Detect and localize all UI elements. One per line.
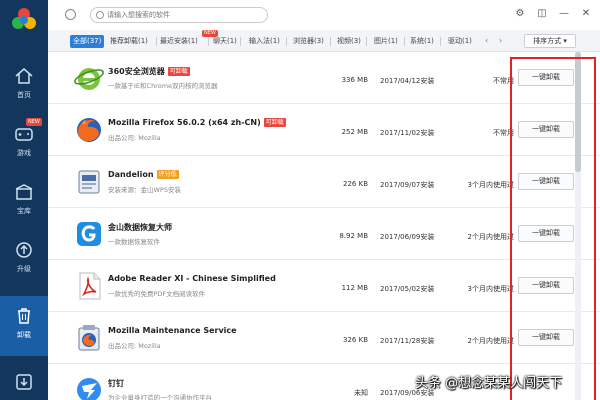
app-name: Mozilla Maintenance Service	[108, 326, 237, 335]
app-name: Dandelion 评分低	[108, 170, 179, 179]
usage-frequency: 2个月内使用过	[467, 233, 514, 241]
app-description: 为企业量身打造的一个沟通协作平台	[108, 394, 212, 400]
new-badge: NEW	[26, 118, 42, 126]
usage-frequency: 不常用	[493, 77, 514, 85]
search-box[interactable]	[90, 7, 268, 23]
dingtalk-icon	[77, 378, 101, 400]
tab-chat[interactable]: 聊天(1)	[213, 35, 237, 48]
download-icon	[16, 374, 32, 390]
skin-icon[interactable]: ◫	[535, 7, 549, 21]
tab-browser[interactable]: 浏览器(3)	[293, 35, 324, 48]
app-name: Mozilla Firefox 56.0.2 (x64 zh-CN) 可卸载	[108, 118, 286, 127]
tab-video[interactable]: 视频(3)	[337, 35, 361, 48]
tab-divider	[208, 37, 209, 46]
new-badge: NEW	[202, 30, 218, 37]
tab-recommended-uninstall[interactable]: 推荐卸载(1)	[110, 35, 148, 48]
install-date: 2017/09/07安装	[380, 181, 435, 189]
refresh-icon[interactable]	[65, 9, 76, 20]
settings-icon[interactable]: ⚙	[513, 7, 527, 21]
sort-button[interactable]: 排序方式 ▾	[524, 34, 576, 48]
tab-divider	[156, 37, 157, 46]
app-size: 336 MB	[341, 76, 368, 84]
close-icon[interactable]: ✕	[579, 7, 593, 21]
app-description: 一款数据恢复软件	[108, 238, 160, 246]
gamepad-icon	[15, 128, 33, 141]
search-input[interactable]	[107, 9, 262, 21]
sidebar-item-label: 升级	[17, 265, 31, 273]
tab-image[interactable]: 图片(1)	[374, 35, 398, 48]
tab-divider	[404, 37, 405, 46]
sidebar-item-games[interactable]: NEW 游戏	[0, 114, 48, 170]
tab-divider	[330, 37, 331, 46]
watermark: 头条 @想念某某人闯天下	[415, 376, 563, 391]
usage-frequency: 不常用	[493, 129, 514, 137]
tab-divider	[286, 37, 287, 46]
install-date: 2017/06/09安装	[380, 233, 435, 241]
app-size: 252 MB	[341, 128, 368, 136]
app-description: 一款基于IE和Chrome双内核的浏览器	[108, 82, 218, 90]
box-icon	[15, 184, 33, 200]
install-date: 2017/11/28安装	[380, 337, 435, 345]
tab-input-method[interactable]: 输入法(1)	[249, 35, 280, 48]
sidebar-item-treasury[interactable]: 宝库	[0, 172, 48, 228]
usage-frequency: 3个月内使用过	[467, 285, 514, 293]
tab-divider	[366, 37, 367, 46]
trash-icon	[18, 308, 30, 324]
dandelion-icon	[78, 170, 100, 194]
app-name: 钉钉	[108, 379, 124, 388]
app-name: Adobe Reader XI - Chinese Simplified	[108, 274, 276, 283]
search-icon	[96, 11, 104, 19]
sidebar-item-uninstall[interactable]: 卸载	[0, 296, 48, 356]
sidebar-item-label: 宝库	[17, 207, 31, 215]
app-badge: 评分低	[156, 170, 179, 179]
app-size: 226 KB	[343, 180, 368, 188]
category-tabs: 全部(37) 推荐卸载(1) 最近安装(1) 聊天(1) NEW 输入法(1) …	[48, 30, 600, 52]
install-date: 2017/05/02安装	[380, 285, 435, 293]
ie-icon	[74, 68, 104, 90]
sidebar: 首页 NEW 游戏 宝库 升级 卸载	[0, 0, 48, 400]
usage-frequency: 2个月内使用过	[467, 337, 514, 345]
app-name: 360安全浏览器 可卸载	[108, 67, 190, 76]
app-description: 出品公司: Mozilla	[108, 342, 161, 350]
home-icon	[15, 68, 33, 84]
usage-frequency: 3个月内使用过	[467, 181, 514, 189]
app-description: 出品公司: Mozilla	[108, 134, 161, 142]
pdf-icon	[79, 272, 101, 300]
app-logo-icon	[12, 8, 36, 29]
app-badge: 可卸载	[263, 118, 286, 127]
top-bar: ⚙ ◫ — ✕	[48, 0, 600, 30]
app-badge: 可卸载	[167, 67, 190, 76]
chevron-left-icon[interactable]: ‹	[485, 36, 488, 45]
tab-divider	[240, 37, 241, 46]
sidebar-item-label: 卸载	[17, 331, 31, 339]
app-description: 安装来源：金山WPS安装	[108, 186, 181, 194]
app-size: 8.92 MB	[339, 232, 368, 240]
app-name: 金山数据恢复大师	[108, 223, 172, 232]
recovery-icon	[77, 222, 101, 246]
sidebar-item-upgrade[interactable]: 升级	[0, 230, 48, 286]
install-date: 2017/11/02安装	[380, 129, 435, 137]
tab-recently-installed[interactable]: 最近安装(1)	[160, 35, 198, 48]
minimize-icon[interactable]: —	[557, 7, 571, 21]
tab-all[interactable]: 全部(37)	[70, 35, 105, 48]
app-description: 一款优秀的免费PDF文档阅读软件	[108, 290, 206, 298]
firefox-icon	[77, 118, 101, 142]
app-size: 112 MB	[341, 284, 368, 292]
chevron-right-icon[interactable]: ›	[499, 36, 502, 45]
app-window: 首页 NEW 游戏 宝库 升级 卸载 ⚙ ◫ —	[0, 0, 600, 400]
sidebar-item-label: 首页	[17, 91, 31, 99]
app-size: 326 KB	[343, 336, 368, 344]
install-date: 2017/04/12安装	[380, 77, 435, 85]
sidebar-item-home[interactable]: 首页	[0, 56, 48, 112]
upgrade-icon	[16, 242, 32, 258]
sidebar-item-download[interactable]	[0, 362, 48, 400]
highlight-box	[510, 57, 596, 400]
tab-system[interactable]: 系统(1)	[410, 35, 434, 48]
mozilla-service-icon	[78, 325, 100, 351]
tab-divider	[440, 37, 441, 46]
app-size: 未知	[354, 389, 368, 397]
tab-driver[interactable]: 驱动(1)	[448, 35, 472, 48]
sidebar-item-label: 游戏	[17, 149, 31, 157]
